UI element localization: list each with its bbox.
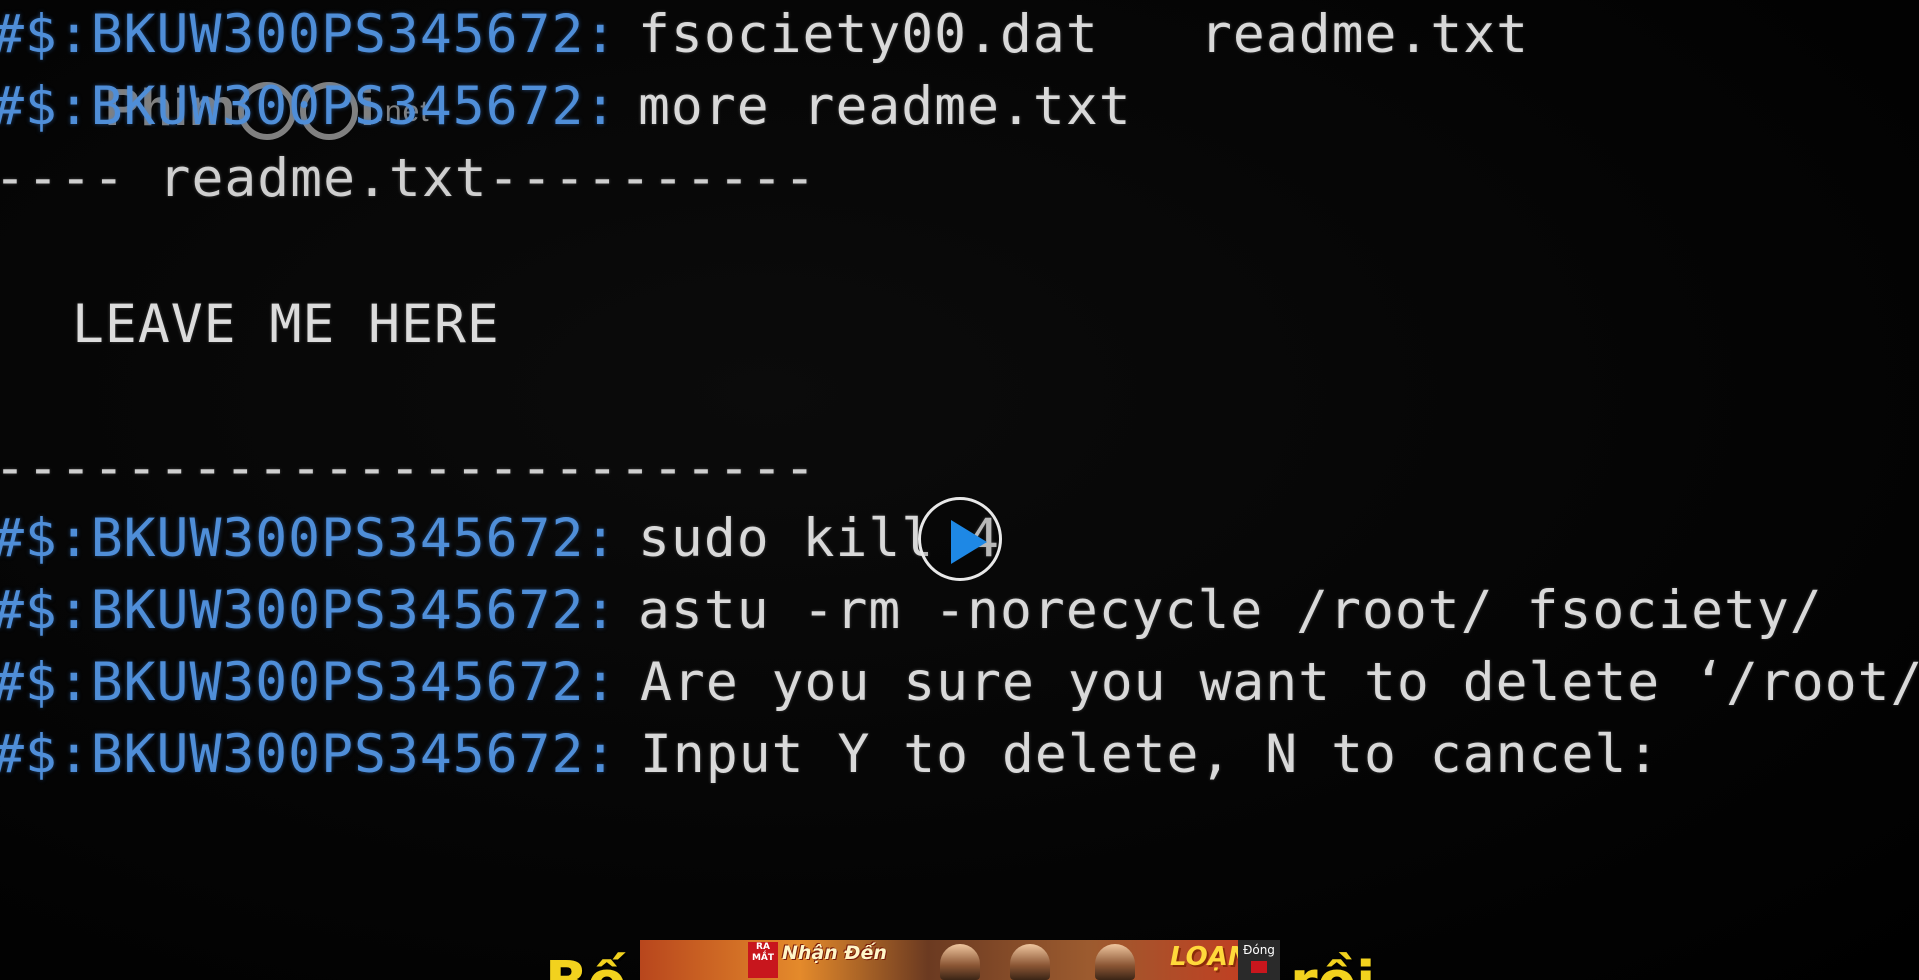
- play-button[interactable]: [918, 497, 1002, 581]
- terminal-line-kill: #$:BKUW300PS345672: sudo kill 4: [0, 512, 999, 565]
- readme-header-divider: ---- readme.txt----------: [0, 148, 817, 209]
- terminal-command: astu -rm -norecycle /root/ fsociety/: [638, 580, 1823, 641]
- ad-character-image: [940, 944, 980, 980]
- terminal-prompt: #$:BKUW300PS345672:: [0, 652, 618, 713]
- terminal-line-more: #$:BKUW300PS345672: more readme.txt: [0, 80, 1131, 133]
- video-frame[interactable]: #$:BKUW300PS345672: fsociety00.dat readm…: [0, 0, 1919, 980]
- terminal-line-input: #$:BKUW300PS345672: Input Y to delete, N…: [0, 728, 1659, 781]
- file-readme-txt: readme.txt: [1200, 4, 1530, 65]
- ad-close-button[interactable]: Đóng: [1238, 940, 1280, 980]
- terminal-line-confirm: #$:BKUW300PS345672: Are you sure you wan…: [0, 656, 1919, 709]
- ad-character-image: [1010, 944, 1050, 980]
- readme-footer-divider: -------------------------: [0, 438, 817, 499]
- readme-message: LEAVE ME HERE: [72, 294, 500, 355]
- ad-title: Nhận Đến: [782, 942, 887, 964]
- play-icon: [951, 520, 987, 564]
- ad-badge: RA MẮT: [748, 942, 778, 978]
- terminal-prompt: #$:BKUW300PS345672:: [0, 580, 618, 641]
- file-fsociety-dat: fsociety00.dat: [638, 4, 1099, 65]
- terminal-prompt: #$:BKUW300PS345672:: [0, 508, 618, 569]
- terminal-line-ls: #$:BKUW300PS345672: fsociety00.dat readm…: [0, 8, 1528, 61]
- terminal-line-rm: #$:BKUW300PS345672: astu -rm -norecycle …: [0, 584, 1822, 637]
- subtitle-left: Bố: [545, 950, 626, 980]
- ad-character-image: [1095, 944, 1135, 980]
- terminal-output: Input Y to delete, N to cancel:: [640, 724, 1661, 785]
- ad-banner[interactable]: RA MẮT Nhận Đến LOẠN Đóng: [640, 940, 1280, 980]
- subtitle-right: rồi: [1290, 950, 1375, 980]
- terminal-output: Are you sure you want to delete ‘/root/ …: [640, 652, 1919, 713]
- terminal-prompt: #$:BKUW300PS345672:: [0, 4, 618, 65]
- terminal-prompt: #$:BKUW300PS345672:: [0, 76, 618, 137]
- terminal-command: more readme.txt: [638, 76, 1132, 137]
- ad-thumbnail-icon: [1251, 961, 1267, 973]
- terminal-prompt: #$:BKUW300PS345672:: [0, 724, 618, 785]
